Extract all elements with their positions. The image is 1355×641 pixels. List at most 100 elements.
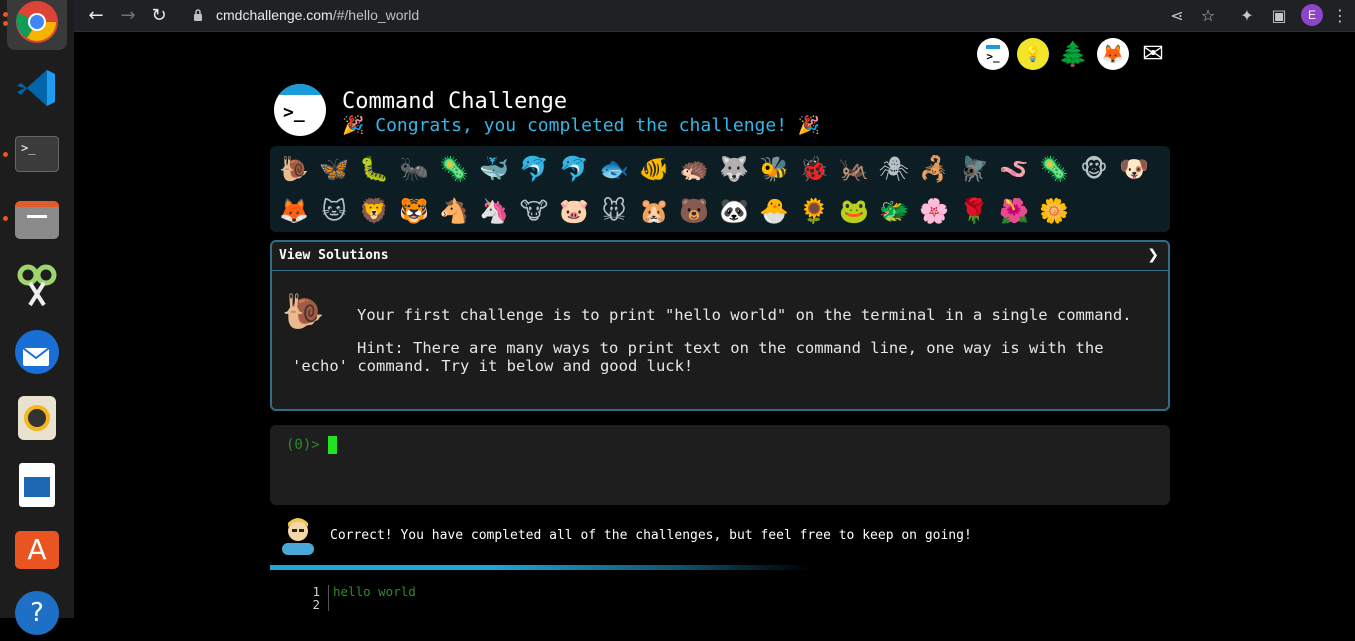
challenge-badge-icon[interactable]: 🐯 <box>394 191 434 231</box>
challenge-badge-icon[interactable]: 🐺 <box>714 149 754 189</box>
output-line: 1 hello world <box>304 585 416 598</box>
challenge-badge-icon[interactable]: 🦔 <box>674 149 714 189</box>
challenge-badge-icon[interactable]: 🌼 <box>1034 191 1074 231</box>
bulb-icon[interactable]: 💡 <box>1017 38 1049 70</box>
back-arrow-icon[interactable]: ← <box>84 4 108 28</box>
challenge-badge-icon[interactable]: 🐌 <box>274 149 314 189</box>
terminal-dock-icon[interactable]: >_ <box>7 126 67 182</box>
challenge-badge-icon[interactable]: 🐹 <box>634 191 674 231</box>
running-indicator <box>3 21 8 26</box>
challenge-badge-icon[interactable]: 🐞 <box>794 149 834 189</box>
running-indicator <box>3 152 8 157</box>
badge-row: 🐌 🦋 🐛 🐜 🦠 🐳 🐬 🐬 🐟 🐠 🦔 🐺 🐝 🐞 🦗 🕷 🦂 🪰 🪱 🦠 🐵 🐶 <box>274 149 1170 191</box>
challenge-badge-icon[interactable]: 🪰 <box>954 149 994 189</box>
command-output: 1 hello world 2 <box>304 585 416 611</box>
success-text: Correct! You have completed all of the c… <box>330 528 972 543</box>
running-indicator <box>3 12 8 17</box>
challenge-badge-icon[interactable]: 🐣 <box>754 191 794 231</box>
challenge-badge-icon[interactable]: 🐼 <box>714 191 754 231</box>
reload-icon[interactable]: ↻ <box>147 4 171 28</box>
challenge-panel: View Solutions ❯ 🐌 Your first challenge … <box>270 240 1170 411</box>
challenge-badge-icon[interactable]: 🦄 <box>474 191 514 231</box>
challenge-badge-icon[interactable]: 🐲 <box>874 191 914 231</box>
output-line: 2 <box>304 598 416 611</box>
bookmark-star-icon[interactable]: ☆ <box>1197 5 1219 27</box>
screenshot-dock-icon[interactable] <box>7 257 67 313</box>
chrome-dock-icon[interactable] <box>7 0 67 50</box>
challenge-badge-icon[interactable]: 🌺 <box>994 191 1034 231</box>
tree-icon[interactable]: 🌲 <box>1057 38 1089 70</box>
terminal-cursor <box>328 436 337 454</box>
challenge-badge-icon[interactable]: 🐜 <box>394 149 434 189</box>
terminal-input[interactable]: (0)> <box>270 425 1170 505</box>
challenge-badge-icon[interactable]: 🌻 <box>794 191 834 231</box>
site-logo: >_ <box>274 84 326 136</box>
terminal-icon[interactable]: >_ <box>977 38 1009 70</box>
side-panel-icon[interactable]: ▣ <box>1268 5 1290 27</box>
social-links: >_ 💡 🌲 🦊 ✉ <box>977 38 1169 70</box>
challenge-badge-icon[interactable]: 🐛 <box>354 149 394 189</box>
congrats-subtitle: 🎉 Congrats, you completed the challenge!… <box>342 115 821 136</box>
rhythmbox-dock-icon[interactable] <box>7 390 67 446</box>
challenge-description: Your first challenge is to print "hello … <box>357 306 1132 324</box>
challenge-badge-icon[interactable]: 🌹 <box>954 191 994 231</box>
challenge-badge-icon[interactable]: 🐶 <box>1114 149 1154 189</box>
challenge-badge-icon[interactable]: 🐸 <box>834 191 874 231</box>
challenge-badge-icon[interactable]: 🌸 <box>914 191 954 231</box>
output-text: hello world <box>333 584 416 599</box>
challenge-badge-icon[interactable]: 🐴 <box>434 191 474 231</box>
mail-icon[interactable]: ✉ <box>1137 38 1169 70</box>
menu-kebab-icon[interactable]: ⋮ <box>1329 5 1351 27</box>
running-indicator <box>3 216 8 221</box>
challenge-badge-icon[interactable]: 🐻 <box>674 191 714 231</box>
browser-toolbar: ← → ↻ cmdchallenge.com/#/hello_world ⋖ ☆… <box>74 0 1355 32</box>
challenge-badge-icon[interactable]: 🦋 <box>314 149 354 189</box>
lock-icon[interactable] <box>193 8 203 22</box>
web-page: >_ 💡 🌲 🦊 ✉ >_ Command Challenge 🎉 Congra… <box>74 33 1355 618</box>
files-dock-icon[interactable] <box>7 192 67 248</box>
challenge-badge-icon[interactable]: 🦊 <box>274 191 314 231</box>
terminal-prompt: (0)> <box>286 437 320 453</box>
challenge-badge-icon[interactable]: 🕷 <box>874 149 914 189</box>
help-dock-icon[interactable]: ? <box>7 585 67 641</box>
snail-icon: 🐌 <box>282 292 325 332</box>
writer-dock-icon[interactable] <box>7 457 67 513</box>
gitlab-icon[interactable]: 🦊 <box>1097 38 1129 70</box>
challenge-badge-icon[interactable]: 🐟 <box>594 149 634 189</box>
challenge-badges: 🐌 🦋 🐛 🐜 🦠 🐳 🐬 🐬 🐟 🐠 🦔 🐺 🐝 🐞 🦗 🕷 🦂 🪰 🪱 🦠 🐵 🐶 🦊 🐱 🦁 🐯 🐴 🦄 🐮 🐷 🐭 🐹 🐻 🐼 🐣 🌻 🐸 🐲 🌸… <box>270 146 1170 232</box>
challenge-badge-icon[interactable]: 🐬 <box>514 149 554 189</box>
challenge-badge-icon[interactable]: 🐭 <box>594 191 634 231</box>
challenge-badge-icon[interactable]: 🦁 <box>354 191 394 231</box>
address-bar[interactable]: cmdchallenge.com/#/hello_world <box>216 7 419 23</box>
thunderbird-dock-icon[interactable] <box>7 324 67 380</box>
vscode-dock-icon[interactable] <box>7 60 67 116</box>
challenge-badge-icon[interactable]: 🦂 <box>914 149 954 189</box>
challenge-badge-icon[interactable]: 🦠 <box>434 149 474 189</box>
forward-arrow-icon[interactable]: → <box>116 4 140 28</box>
extensions-icon[interactable]: ✦ <box>1236 5 1258 27</box>
challenge-badge-icon[interactable]: 🦗 <box>834 149 874 189</box>
ubuntu-dock: >_ A ? <box>0 0 74 635</box>
challenge-badge-icon[interactable]: 🐱 <box>314 191 354 231</box>
share-icon[interactable]: ⋖ <box>1166 5 1188 27</box>
view-solutions-toggle[interactable]: View Solutions <box>272 242 1168 271</box>
challenge-badge-icon[interactable]: 🐷 <box>554 191 594 231</box>
challenge-badge-icon[interactable]: 🐳 <box>474 149 514 189</box>
challenge-badge-icon[interactable]: 🪱 <box>994 149 1034 189</box>
challenge-badge-icon[interactable]: 🐝 <box>754 149 794 189</box>
result-message: Correct! You have completed all of the c… <box>280 513 1170 557</box>
challenge-badge-icon[interactable]: 🦠 <box>1034 149 1074 189</box>
person-avatar-icon <box>282 518 314 555</box>
badge-row: 🦊 🐱 🦁 🐯 🐴 🦄 🐮 🐷 🐭 🐹 🐻 🐼 🐣 🌻 🐸 🐲 🌸 🌹 🌺 🌼 <box>274 191 1170 233</box>
line-number: 2 <box>312 597 320 612</box>
progress-bar <box>270 565 810 570</box>
profile-avatar[interactable]: E <box>1301 4 1323 26</box>
chevron-right-icon[interactable]: ❯ <box>1147 247 1159 263</box>
challenge-badge-icon[interactable]: 🐮 <box>514 191 554 231</box>
challenge-badge-icon[interactable]: 🐵 <box>1074 149 1114 189</box>
challenge-hint: Hint: There are many ways to print text … <box>292 339 1104 375</box>
challenge-badge-icon[interactable]: 🐬 <box>554 149 594 189</box>
page-title: Command Challenge <box>342 89 568 114</box>
challenge-badge-icon[interactable]: 🐠 <box>634 149 674 189</box>
ubuntu-software-dock-icon[interactable]: A <box>7 522 67 578</box>
